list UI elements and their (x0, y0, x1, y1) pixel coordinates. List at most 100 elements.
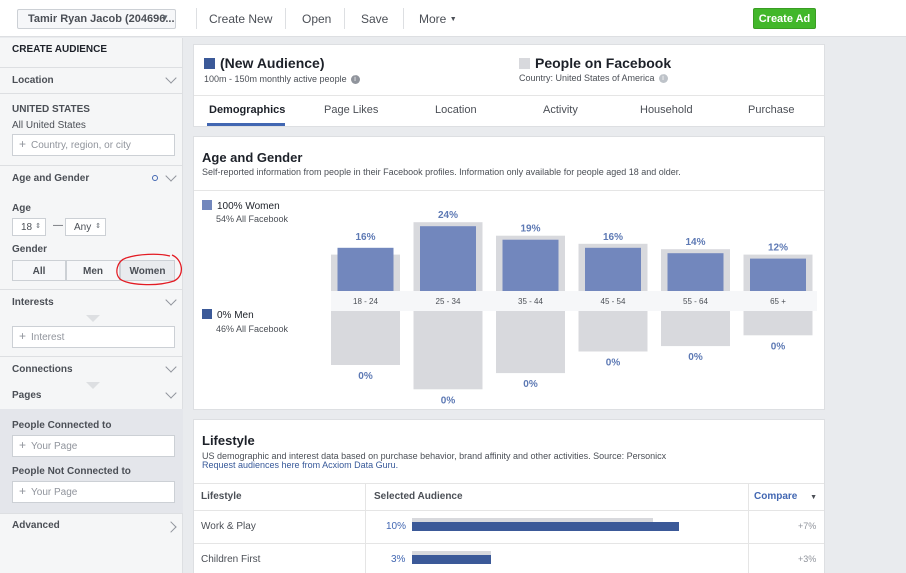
age-min-select[interactable]: 18 ⇕ (12, 218, 46, 236)
col-selected-audience: Selected Audience (374, 491, 463, 502)
pages-section-toggle[interactable]: Pages (0, 383, 183, 409)
tab-page-likes[interactable]: Page Likes (324, 104, 378, 116)
axis-strip (331, 291, 817, 311)
women-legend: 100% Women (202, 200, 280, 212)
audience-summary-panel: (New Audience) 100m - 150m monthly activ… (193, 44, 825, 127)
audience-color-swatch (204, 58, 215, 69)
women-bar (337, 247, 394, 291)
tab-purchase[interactable]: Purchase (748, 104, 794, 116)
filter-active-icon (152, 175, 158, 181)
men-data-label: 0% (523, 379, 538, 390)
connected-page-input[interactable]: + Your Page (12, 435, 175, 457)
compare-country: Country: United States of America i (519, 73, 668, 84)
advanced-section-toggle[interactable]: Advanced (0, 513, 183, 539)
active-tab-indicator (207, 123, 285, 126)
chevron-right-icon (165, 521, 177, 533)
people-connected-label: People Connected to (12, 420, 112, 431)
location-placeholder: Country, region, or city (31, 140, 131, 151)
chevron-down-icon (165, 361, 177, 373)
men-legend-label: 0% Men (217, 310, 254, 321)
compare-value: +7% (798, 521, 817, 531)
connections-section-toggle[interactable]: Connections (0, 356, 183, 382)
men-data-label: 0% (606, 358, 621, 369)
create-audience-sidebar: CREATE AUDIENCE Location UNITED STATES A… (0, 38, 183, 573)
interest-input[interactable]: + Interest (12, 326, 175, 348)
women-bar (585, 247, 641, 291)
tab-location[interactable]: Location (435, 104, 477, 116)
age-tick-label: 25 - 34 (436, 297, 461, 306)
women-swatch (202, 200, 212, 210)
benchmark-bar-down (661, 311, 730, 347)
account-selector[interactable]: Tamir Ryan Jacob (204696... ▼ (17, 9, 176, 29)
tab-household[interactable]: Household (640, 104, 693, 116)
sidebar-title: CREATE AUDIENCE (12, 44, 108, 55)
compare-country-text: Country: United States of America (519, 73, 655, 83)
women-data-label: 14% (685, 237, 705, 248)
gender-all-button[interactable]: All (12, 260, 66, 281)
lifestyle-name: Children First (201, 554, 261, 565)
tab-demographics[interactable]: Demographics (209, 104, 285, 116)
pages-panel: People Connected to + Your Page People N… (0, 409, 183, 513)
plus-icon: + (19, 484, 27, 498)
info-icon[interactable]: i (350, 75, 360, 85)
create-ad-button[interactable]: Create Ad (753, 8, 816, 29)
audience-title: (New Audience) (220, 55, 325, 71)
age-max-value: Any (74, 222, 92, 233)
age-min-value: 18 (21, 222, 33, 233)
men-data-label: 0% (441, 395, 456, 406)
age-gender-chart: 16% 18 - 24 0% 24% 25 - 34 0% 19% 35 - 44 0% 16% 4… (331, 210, 817, 406)
more-label: More (419, 12, 447, 26)
age-gender-label: Age and Gender (12, 173, 90, 184)
age-tick-label: 45 - 54 (601, 297, 626, 306)
caret-down-icon: ▼ (810, 494, 818, 501)
compare-color-swatch (519, 58, 530, 69)
men-all-facebook: 46% All Facebook (216, 324, 289, 334)
location-input[interactable]: + Country, region, or city (12, 134, 175, 156)
toolbar-divider (285, 8, 286, 29)
audience-size-text: 100m - 150m monthly active people (204, 74, 347, 84)
benchmark-bar-down (496, 311, 565, 374)
interests-label: Interests (12, 297, 54, 308)
location-section-toggle[interactable]: Location (0, 67, 183, 93)
men-data-label: 0% (771, 341, 786, 352)
lifestyle-panel: Lifestyle US demographic and interest da… (193, 419, 825, 573)
age-range-dash: — (53, 220, 63, 231)
age-max-select[interactable]: Any ⇕ (65, 218, 106, 236)
toolbar-divider (403, 8, 404, 29)
age-gender-section-toggle[interactable]: Age and Gender (0, 165, 183, 191)
interests-section-toggle[interactable]: Interests (0, 289, 183, 315)
women-bar (750, 258, 806, 291)
benchmark-bar-down (413, 311, 483, 390)
tab-activity[interactable]: Activity (543, 104, 578, 116)
stepper-icon: ⇕ (95, 223, 101, 230)
gender-toggle-group: All Men Women (12, 253, 182, 286)
gender-men-button[interactable]: Men (66, 260, 120, 281)
women-bar (667, 253, 724, 291)
women-data-label: 19% (520, 224, 540, 235)
compare-label: Compare (754, 491, 798, 502)
location-label: Location (12, 75, 54, 86)
save-button[interactable]: Save (361, 12, 388, 26)
plus-icon: + (19, 438, 27, 452)
more-menu-button[interactable]: More ▼ (419, 12, 457, 26)
info-icon[interactable]: i (658, 74, 668, 84)
section-pointer (86, 315, 100, 322)
stepper-icon: ⇕ (35, 223, 41, 230)
create-new-button[interactable]: Create New (209, 12, 272, 26)
selection-annotation-circle (116, 253, 182, 286)
chevron-down-icon (165, 170, 177, 182)
open-button[interactable]: Open (302, 12, 331, 26)
age-label: Age (12, 203, 31, 214)
women-legend-label: 100% Women (217, 201, 280, 212)
lifestyle-pct: 3% (391, 554, 406, 565)
not-connected-page-input[interactable]: + Your Page (12, 481, 175, 503)
women-data-label: 16% (355, 232, 375, 243)
gender-label: Gender (12, 244, 48, 255)
benchmark-bar-down (331, 311, 400, 365)
men-legend: 0% Men (202, 309, 254, 321)
audience-bar (412, 522, 679, 531)
advanced-label: Advanced (12, 520, 60, 531)
acxiom-link[interactable]: Request audiences here from Acxiom Data … (202, 460, 398, 470)
age-tick-label: 55 - 64 (683, 297, 708, 306)
compare-dropdown[interactable]: Compare ▼ (754, 491, 817, 502)
